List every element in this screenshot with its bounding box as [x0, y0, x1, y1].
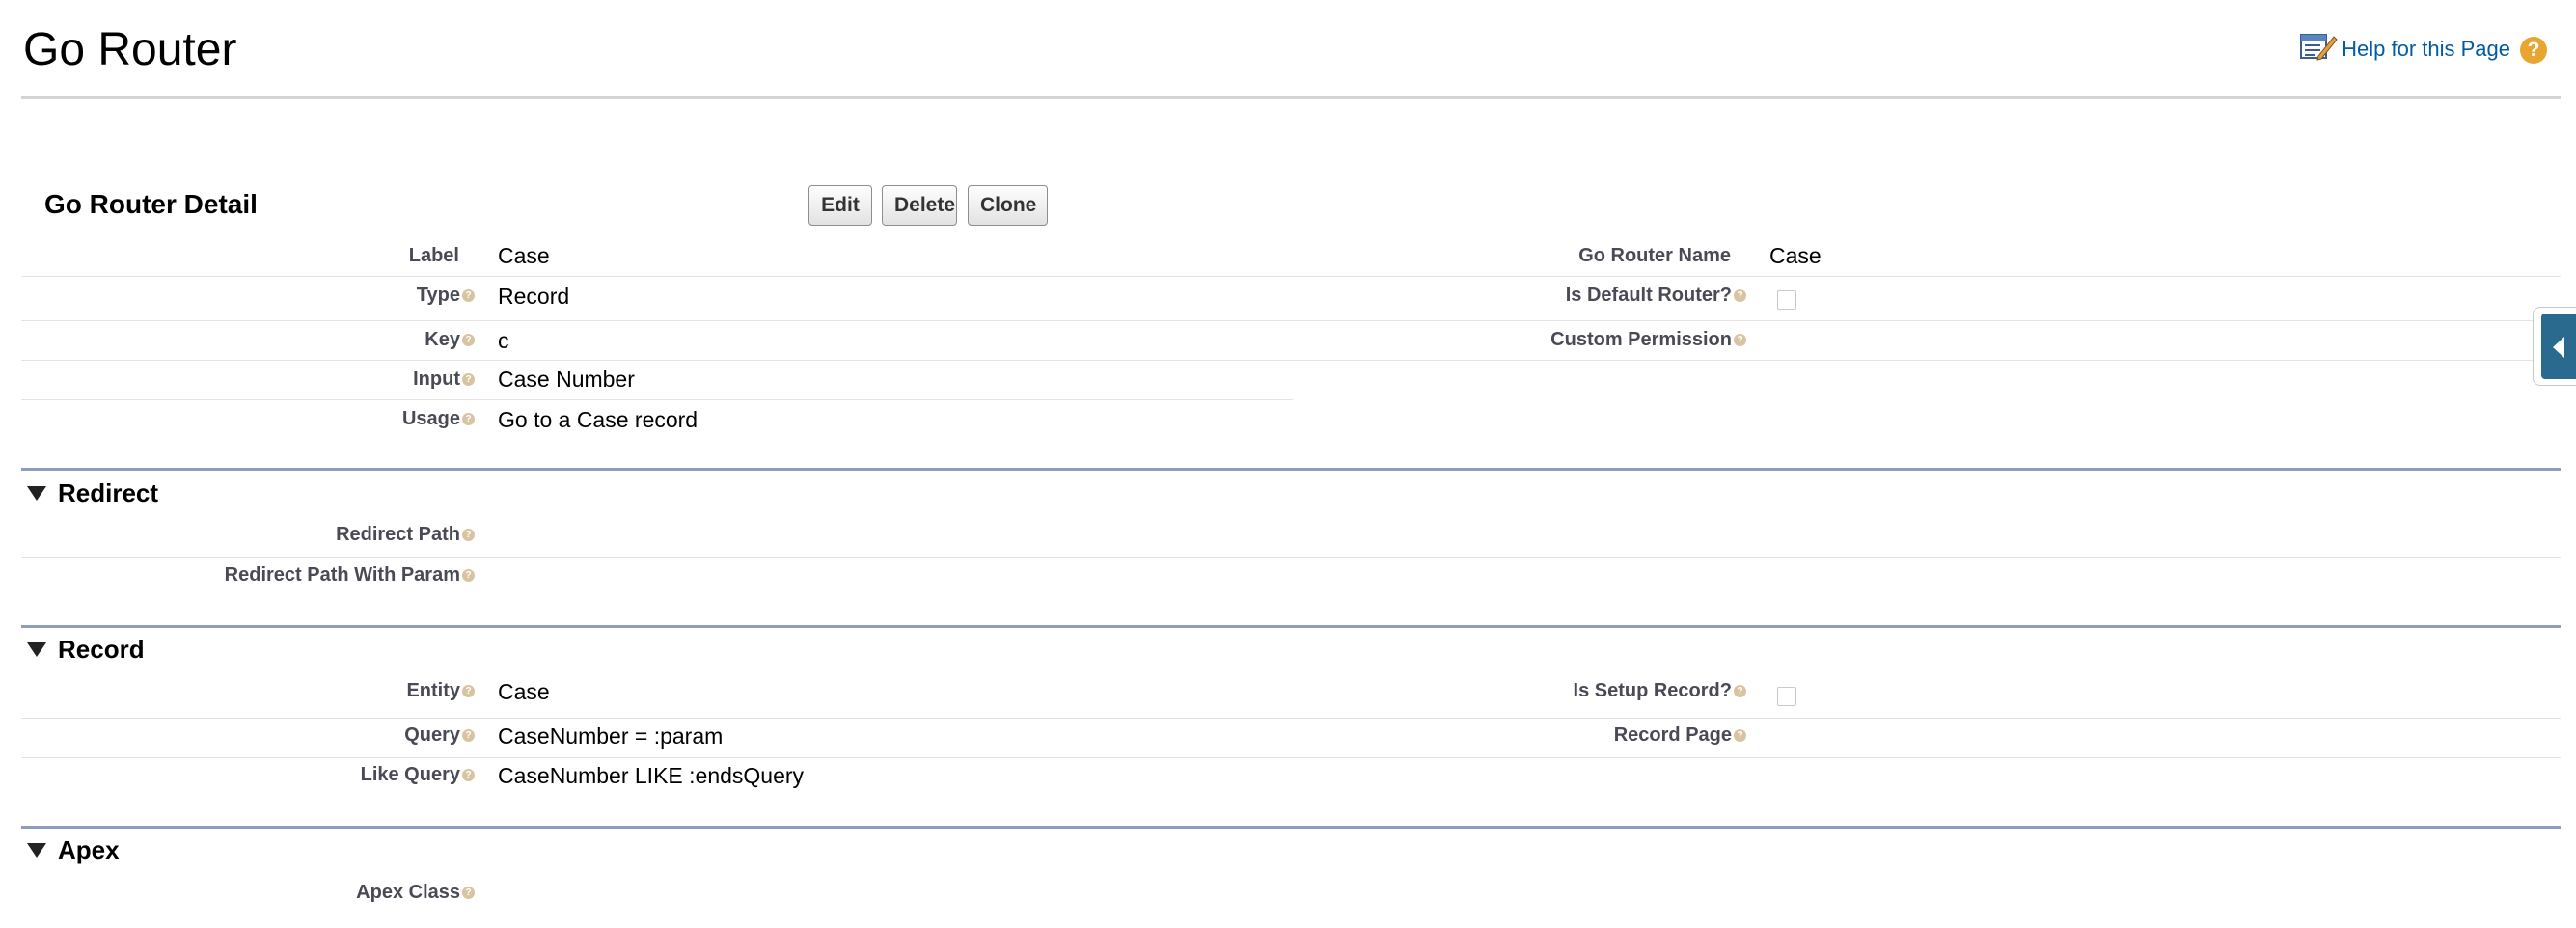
section-divider-apex: [21, 826, 2561, 829]
field-label-query: Query?: [404, 724, 475, 747]
help-circle-icon[interactable]: ?: [2520, 37, 2547, 64]
section-title-redirect: Redirect: [58, 478, 159, 507]
row-divider: [21, 757, 2561, 758]
header-divider: [21, 96, 2561, 99]
field-value-key: c: [498, 328, 509, 353]
help-bubble-icon: ?: [462, 413, 475, 426]
help-bubble-icon: ?: [1734, 289, 1746, 303]
field-label-type: Type?: [417, 285, 475, 307]
row-divider: [21, 718, 2561, 719]
row-divider: [21, 320, 1293, 321]
detail-title: Go Router Detail: [44, 189, 258, 219]
help-bubble-icon: ?: [462, 373, 475, 387]
section-header-record[interactable]: Record: [27, 635, 145, 665]
field-label-redirect-path: Redirect Path?: [336, 524, 475, 546]
help-bubble-icon: ?: [462, 569, 475, 583]
field-label-label: Label: [408, 245, 459, 266]
delete-button[interactable]: Delete: [882, 185, 957, 226]
section-title-apex: Apex: [58, 835, 120, 864]
help-bubble-icon: ?: [462, 769, 475, 782]
help-bubble-icon: ?: [462, 289, 475, 303]
field-label-apex-class: Apex Class?: [356, 882, 475, 904]
field-label-record-page: Record Page?: [1614, 724, 1746, 747]
help-bubble-icon: ?: [462, 334, 475, 347]
help-link-text[interactable]: Help for this Page: [2342, 37, 2510, 62]
field-label-redirect-path-with-param: Redirect Path With Param?: [225, 564, 475, 587]
help-bubble-icon: ?: [462, 887, 475, 900]
field-value-label: Case: [498, 243, 550, 268]
help-bubble-icon: ?: [1734, 334, 1746, 347]
field-value-entity: Case: [498, 679, 550, 704]
page-title: Go Router: [23, 24, 237, 75]
section-divider-record: [21, 625, 2561, 628]
sidebar-toggle-bg: [2541, 314, 2576, 379]
row-divider: [21, 399, 1293, 400]
field-label-key: Key?: [425, 329, 475, 351]
field-label-like-query: Like Query?: [361, 764, 475, 786]
clone-button[interactable]: Clone: [968, 185, 1048, 226]
triangle-down-icon[interactable]: [27, 486, 46, 501]
row-divider: [1293, 360, 2561, 361]
field-value-type: Record: [498, 284, 570, 309]
field-value-input: Case Number: [498, 367, 635, 392]
field-value-like-query: CaseNumber LIKE :endsQuery: [498, 763, 805, 788]
row-divider: [21, 276, 1293, 277]
page: Go Router Help for this Page ? Go Router…: [0, 0, 2576, 928]
help-bubble-icon: ?: [462, 729, 475, 743]
sidebar-toggle-tab[interactable]: [2533, 307, 2576, 386]
edit-page-icon: [2300, 34, 2338, 61]
section-divider-redirect: [21, 468, 2561, 471]
is-setup-record-checkbox: [1777, 687, 1796, 706]
help-bubble-icon: ?: [462, 529, 475, 542]
field-value-go-router-name: Case: [1769, 243, 1822, 268]
field-label-is-setup-record: Is Setup Record??: [1574, 680, 1746, 702]
row-divider: [21, 557, 2561, 558]
help-bubble-icon: ?: [1734, 729, 1746, 743]
section-title-record: Record: [58, 635, 145, 664]
field-value-usage: Go to a Case record: [498, 407, 699, 432]
field-label-entity: Entity?: [406, 680, 475, 702]
field-label-custom-permission: Custom Permission?: [1550, 329, 1746, 351]
field-value-query: CaseNumber = :param: [498, 723, 724, 749]
help-bubble-icon: ?: [462, 685, 475, 698]
field-label-input: Input?: [413, 368, 475, 391]
chevron-left-icon: [2553, 337, 2564, 358]
row-divider: [1293, 320, 2561, 321]
section-header-apex[interactable]: Apex: [27, 835, 120, 865]
field-label-is-default-router: Is Default Router??: [1566, 285, 1746, 307]
edit-button[interactable]: Edit: [808, 185, 872, 226]
row-divider: [21, 360, 1293, 361]
help-bubble-icon: ?: [1734, 685, 1746, 698]
triangle-down-icon[interactable]: [27, 843, 46, 858]
field-label-usage: Usage?: [402, 408, 475, 430]
help-link[interactable]: Help for this Page ?: [2299, 31, 2547, 64]
triangle-down-icon[interactable]: [27, 642, 46, 657]
is-default-router-checkbox: [1777, 290, 1796, 310]
row-divider: [1293, 276, 2561, 277]
field-label-go-router-name: Go Router Name: [1578, 245, 1731, 266]
section-header-redirect[interactable]: Redirect: [27, 478, 158, 508]
